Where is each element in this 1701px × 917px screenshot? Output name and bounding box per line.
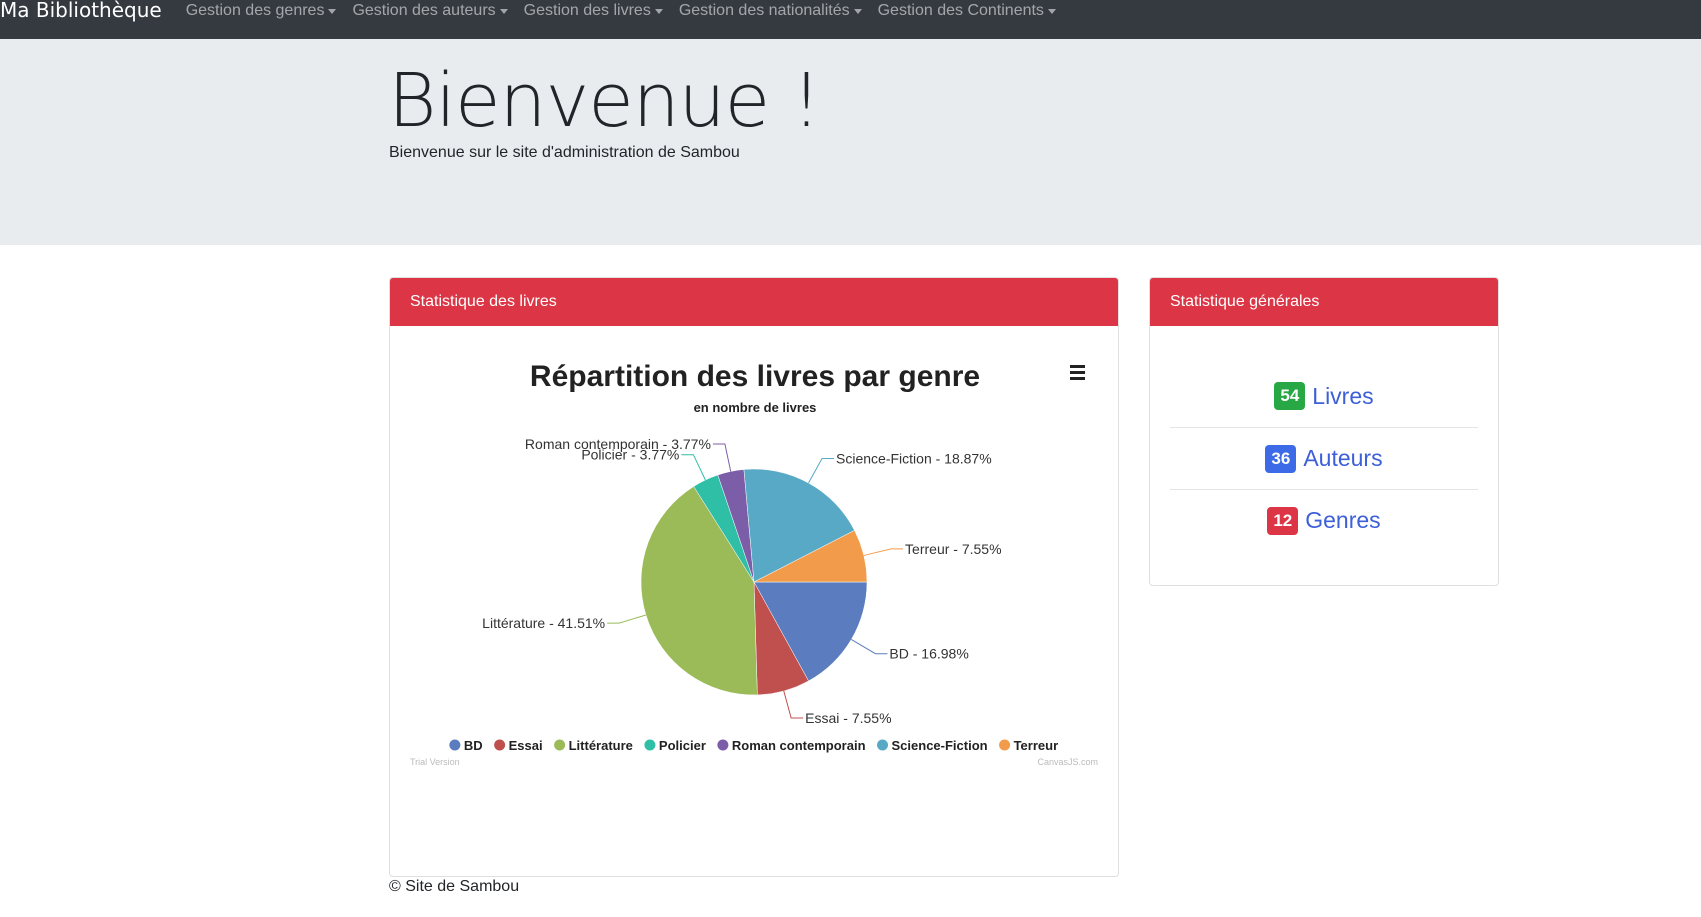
legend-item-science-fiction[interactable]: Science-Fiction	[877, 738, 988, 753]
watermark-right: CanvasJS.com	[1037, 757, 1098, 767]
nav-continents-dropdown[interactable]: Gestion des Continents	[878, 0, 1072, 22]
legend-label: Littérature	[569, 738, 633, 753]
general-card-header: Statistique générales	[1150, 278, 1498, 326]
legend-marker	[644, 739, 656, 751]
genres-count-badge: 12	[1267, 506, 1299, 535]
nav-genres-label: Gestion des genres	[185, 2, 325, 19]
nav-auteurs-label: Gestion des auteurs	[352, 2, 496, 19]
watermark-left: Trial Version	[410, 757, 460, 767]
nav-livres-label: Gestion des livres	[523, 2, 651, 19]
legend-label: Terreur	[1014, 738, 1059, 753]
footer-text: © Site de Sambou	[389, 878, 520, 895]
legend-marker	[494, 739, 506, 751]
pie-chart: Répartition des livres par genre en nomb…	[410, 358, 1098, 767]
legend-marker	[554, 739, 566, 751]
leader-line	[808, 458, 835, 484]
stats-list: 54 Livres 36 Auteurs 12 Genres	[1150, 326, 1498, 551]
legend-marker	[449, 739, 461, 751]
nav-nationalites-dropdown[interactable]: Gestion des nationalités	[679, 0, 878, 22]
slice-label: Essai - 7.55%	[805, 710, 891, 726]
genres-link[interactable]: Genres	[1305, 507, 1380, 534]
welcome-jumbotron: Bienvenue ! Bienvenue sur le site d'admi…	[0, 39, 1701, 245]
caret-down-icon	[654, 9, 663, 14]
legend-label: Science-Fiction	[892, 738, 988, 753]
brand-link[interactable]: Ma Bibliothèque	[0, 0, 186, 22]
legend-item-littérature[interactable]: Littérature	[554, 738, 633, 753]
nav-genres-dropdown[interactable]: Gestion des genres	[186, 0, 353, 22]
caret-down-icon	[1047, 9, 1056, 14]
general-stats-card: Statistique générales 54 Livres 36 Auteu…	[1149, 277, 1499, 586]
legend-label: BD	[464, 738, 483, 753]
auteurs-link[interactable]: Auteurs	[1303, 445, 1382, 472]
legend-marker	[999, 739, 1011, 751]
leader-line	[783, 690, 804, 719]
nav-continents-label: Gestion des Continents	[877, 2, 1044, 19]
leader-line	[863, 548, 904, 556]
legend-item-policier[interactable]: Policier	[644, 738, 706, 753]
books-stats-card: Statistique des livres Répartition des l…	[389, 277, 1119, 877]
slice-label: Science-Fiction - 18.87%	[836, 451, 992, 467]
leader-line	[681, 454, 706, 481]
leader-line	[851, 639, 888, 655]
stat-livres: 54 Livres	[1170, 365, 1478, 427]
books-card-header: Statistique des livres	[390, 278, 1118, 326]
leader-line	[712, 443, 732, 472]
legend-marker	[877, 739, 889, 751]
top-navbar: Ma Bibliothèque Gestion des genres Gesti…	[0, 0, 1701, 39]
nav-livres-dropdown[interactable]: Gestion des livres	[524, 0, 679, 22]
slice-label: Roman contemporain - 3.77%	[525, 436, 711, 452]
legend-label: Roman contemporain	[732, 738, 866, 753]
legend-label: Policier	[659, 738, 706, 753]
nav-nationalites-label: Gestion des nationalités	[678, 2, 850, 19]
caret-down-icon	[499, 9, 508, 14]
legend-label: Essai	[509, 738, 543, 753]
hamburger-menu-icon[interactable]	[1062, 358, 1092, 386]
auteurs-count-badge: 36	[1265, 444, 1297, 473]
chart-title: Répartition des livres par genre	[530, 360, 980, 393]
chart-subtitle: en nombre de livres	[694, 400, 817, 415]
stat-auteurs: 36 Auteurs	[1170, 427, 1478, 489]
legend-marker	[717, 739, 729, 751]
legend-item-essai[interactable]: Essai	[494, 738, 543, 753]
page-title: Bienvenue !	[388, 58, 821, 144]
slice-label: BD - 16.98%	[889, 646, 968, 662]
leader-line	[607, 614, 647, 624]
livres-count-badge: 54	[1274, 382, 1306, 410]
stat-genres: 12 Genres	[1170, 489, 1478, 551]
caret-down-icon	[853, 9, 862, 14]
legend-item-bd[interactable]: BD	[449, 738, 483, 753]
slice-label: Terreur - 7.55%	[905, 541, 1001, 557]
legend-item-terreur[interactable]: Terreur	[999, 738, 1058, 753]
legend-item-roman-contemporain[interactable]: Roman contemporain	[717, 738, 866, 753]
caret-down-icon	[328, 9, 337, 14]
livres-link[interactable]: Livres	[1312, 383, 1373, 410]
slice-label: Littérature - 41.51%	[482, 615, 605, 631]
nav-auteurs-dropdown[interactable]: Gestion des auteurs	[352, 0, 523, 22]
welcome-text: Bienvenue sur le site d'administration d…	[389, 144, 740, 161]
